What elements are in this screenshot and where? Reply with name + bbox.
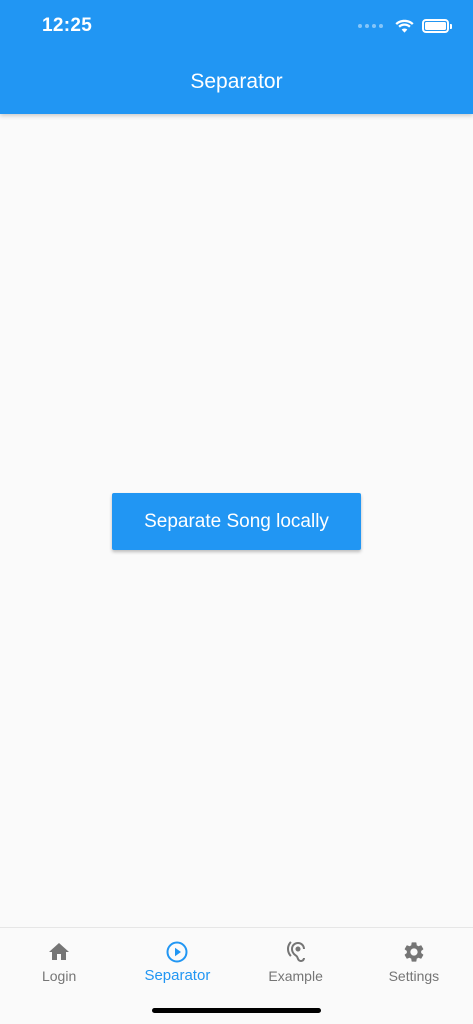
nav-item-separator[interactable]: Separator: [118, 928, 236, 992]
gear-icon: [404, 942, 424, 962]
page-title: Separator: [190, 70, 283, 93]
nav-label-settings: Settings: [388, 968, 440, 984]
status-icons: [358, 16, 452, 36]
nav-item-settings[interactable]: Settings: [355, 928, 473, 992]
home-icon: [49, 943, 70, 960]
nav-label-example: Example: [268, 968, 323, 984]
wifi-icon: [395, 19, 414, 33]
nav-label-login: Login: [41, 968, 77, 984]
separate-song-button[interactable]: Separate Song locally: [112, 493, 361, 550]
nav-item-example[interactable]: Example: [237, 928, 355, 992]
play-circle-icon: [166, 941, 188, 963]
battery-icon: [422, 19, 452, 33]
cellular-signal-icon: [358, 24, 383, 28]
hearing-icon: [286, 941, 305, 962]
status-time: 12:25: [42, 15, 93, 36]
nav-label-separator: Separator: [144, 967, 211, 984]
app-screen: 12:25 Separator Separate Song locally Lo…: [0, 0, 473, 1024]
app-header: 12:25 Separator: [0, 0, 473, 114]
home-indicator[interactable]: [152, 1008, 321, 1013]
nav-item-login[interactable]: Login: [0, 928, 118, 992]
